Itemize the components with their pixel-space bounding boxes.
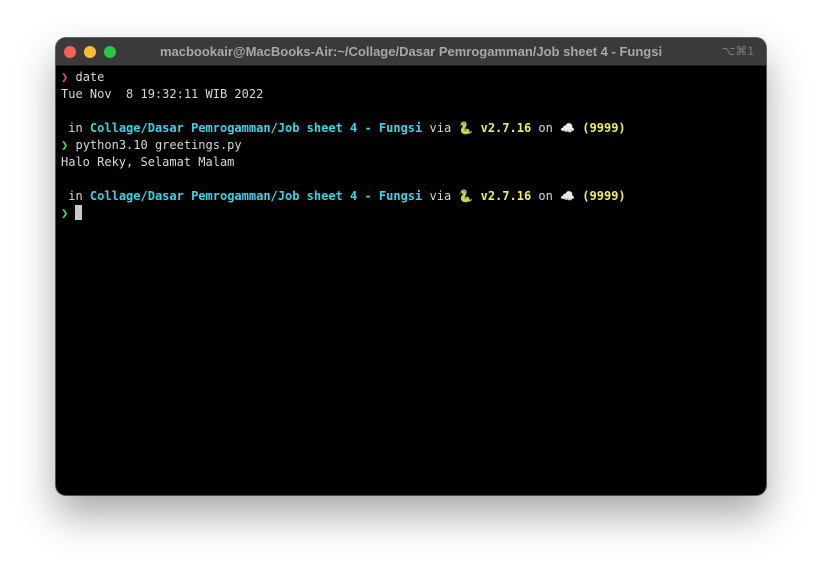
zoom-window-button[interactable] bbox=[104, 46, 116, 58]
command-text: date bbox=[75, 70, 105, 84]
output-line-greeting: Halo Reky, Selamat Malam bbox=[61, 155, 235, 169]
minimize-window-button[interactable] bbox=[84, 46, 96, 58]
via-label: via bbox=[429, 189, 452, 203]
python-icon: 🐍 bbox=[458, 189, 474, 203]
cloud-icon: ☁️ bbox=[560, 121, 576, 135]
terminal-window: macbookair@MacBooks-Air:~/Collage/Dasar … bbox=[56, 38, 766, 495]
prompt-ok-icon: ❯ bbox=[61, 138, 69, 152]
session-id: (9999) bbox=[582, 121, 626, 135]
session-id: (9999) bbox=[582, 189, 626, 203]
prompt-status-line: in Collage/Dasar Pemrogamman/Job sheet 4… bbox=[61, 120, 761, 137]
via-label: via bbox=[429, 121, 452, 135]
window-shortcut: ⌥⌘1 bbox=[721, 44, 754, 58]
on-label: on bbox=[538, 121, 553, 135]
prompt-error-icon: ❯ bbox=[61, 70, 69, 84]
command-line-python: ❯ python3.10 greetings.py bbox=[61, 137, 761, 154]
title-bar[interactable]: macbookair@MacBooks-Air:~/Collage/Dasar … bbox=[56, 38, 766, 66]
terminal-content[interactable]: ❯ date Tue Nov 8 19:32:11 WIB 2022 in Co… bbox=[61, 69, 761, 222]
current-path: Collage/Dasar Pemrogamman/Job sheet 4 - … bbox=[89, 189, 423, 203]
active-prompt-line[interactable]: ❯ bbox=[61, 205, 761, 222]
command-text: python3.10 greetings.py bbox=[75, 138, 242, 152]
on-label: on bbox=[538, 189, 553, 203]
python-version: v2.7.16 bbox=[480, 121, 532, 135]
close-window-button[interactable] bbox=[64, 46, 76, 58]
window-title: macbookair@MacBooks-Air:~/Collage/Dasar … bbox=[159, 44, 663, 59]
in-label: in bbox=[68, 121, 83, 135]
text-cursor[interactable] bbox=[75, 205, 83, 220]
prompt-status-line: in Collage/Dasar Pemrogamman/Job sheet 4… bbox=[61, 188, 761, 205]
prompt-ok-icon: ❯ bbox=[61, 206, 69, 220]
in-label: in bbox=[68, 189, 83, 203]
output-line-date: Tue Nov 8 19:32:11 WIB 2022 bbox=[61, 87, 264, 101]
command-line-date: ❯ date bbox=[61, 69, 761, 86]
current-path: Collage/Dasar Pemrogamman/Job sheet 4 - … bbox=[89, 121, 423, 135]
cloud-icon: ☁️ bbox=[560, 189, 576, 203]
python-icon: 🐍 bbox=[458, 121, 474, 135]
python-version: v2.7.16 bbox=[480, 189, 532, 203]
